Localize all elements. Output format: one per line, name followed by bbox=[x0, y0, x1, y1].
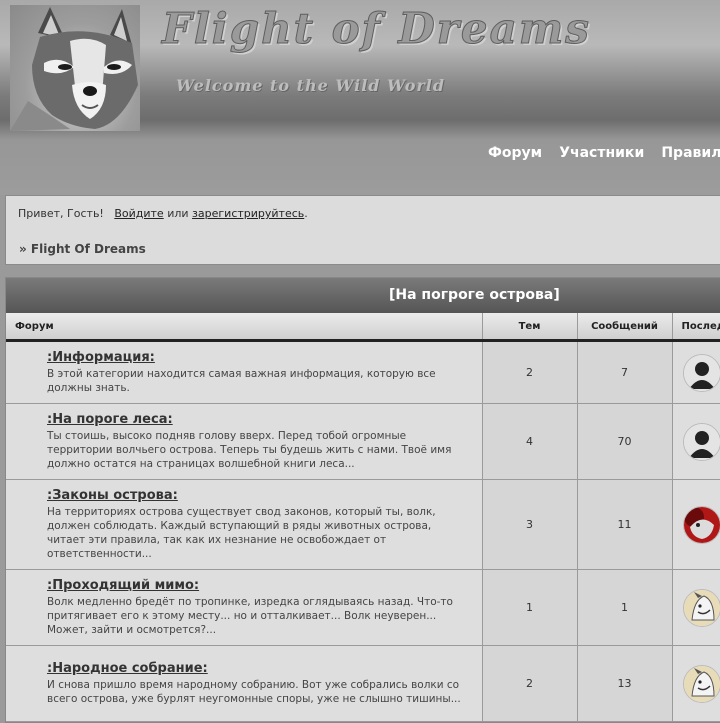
breadcrumb: » Flight Of Dreams bbox=[19, 242, 146, 256]
forum-cell: :Законы острова: На территориях острова … bbox=[6, 480, 482, 570]
forum-title-link[interactable]: :Проходящий мимо: bbox=[47, 578, 470, 593]
posts-count: 7 bbox=[577, 341, 672, 404]
forum-category: [На погроге острова] Форум Тем Сообщений… bbox=[5, 277, 720, 723]
topics-count: 4 bbox=[482, 404, 577, 480]
topics-count: 2 bbox=[482, 646, 577, 722]
posts-count: 1 bbox=[577, 570, 672, 646]
login-link[interactable]: Войдите bbox=[114, 207, 163, 220]
last-post-cell bbox=[672, 480, 720, 570]
table-row: :На пороге леса: Ты стоишь, высоко подня… bbox=[6, 404, 720, 480]
forum-cell: :Информация: В этой категории находится … bbox=[6, 341, 482, 404]
site-title: Flight of Dreams bbox=[162, 4, 591, 53]
forum-title-link[interactable]: :На пороге леса: bbox=[47, 412, 470, 427]
nav-members-link[interactable]: Участники bbox=[559, 145, 644, 161]
nav-forum-link[interactable]: Форум bbox=[488, 145, 542, 161]
forum-description: И снова пришло время народному собранию.… bbox=[47, 678, 470, 706]
forum-title-link[interactable]: :Законы острова: bbox=[47, 488, 470, 503]
forum-cell: :Народное собрание: И снова пришло время… bbox=[6, 646, 482, 722]
nav-rules-link[interactable]: Правила bbox=[661, 145, 720, 161]
or-text: или bbox=[167, 207, 188, 220]
red-wolf-icon[interactable] bbox=[683, 506, 720, 544]
column-header-posts: Сообщений bbox=[577, 313, 672, 341]
silhouette-icon[interactable] bbox=[683, 354, 720, 392]
category-title: [На погроге острова] bbox=[6, 278, 720, 313]
table-row: :Народное собрание: И снова пришло время… bbox=[6, 646, 720, 722]
topics-count: 2 bbox=[482, 341, 577, 404]
greeting-period: . bbox=[304, 207, 308, 220]
forum-table: Форум Тем Сообщений Последнее сообщение … bbox=[6, 313, 720, 722]
site-slogan: Welcome to the Wild World bbox=[176, 76, 445, 95]
last-post-cell bbox=[672, 570, 720, 646]
forum-description: Ты стоишь, высоко подняв голову вверх. П… bbox=[47, 429, 470, 471]
topics-count: 1 bbox=[482, 570, 577, 646]
forum-description: Волк медленно бредёт по тропинке, изредк… bbox=[47, 595, 470, 637]
greeting-text: Привет, Гость! bbox=[18, 207, 104, 220]
register-link[interactable]: зарегистрируйтесь bbox=[192, 207, 304, 220]
posts-count: 13 bbox=[577, 646, 672, 722]
posts-count: 11 bbox=[577, 480, 672, 570]
posts-count: 70 bbox=[577, 404, 672, 480]
last-post-cell bbox=[672, 646, 720, 722]
table-row: :Законы острова: На территориях острова … bbox=[6, 480, 720, 570]
top-navigation: Форум Участники Правила bbox=[488, 142, 720, 161]
white-wolf-icon[interactable] bbox=[683, 589, 720, 627]
column-header-topics: Тем bbox=[482, 313, 577, 341]
site-header: Flight of Dreams Welcome to the Wild Wor… bbox=[0, 0, 720, 195]
info-bar: Привет, Гость! Войдите или зарегистрируй… bbox=[5, 195, 720, 265]
table-row: :Проходящий мимо: Волк медленно бредёт п… bbox=[6, 570, 720, 646]
white-wolf-icon[interactable] bbox=[683, 665, 720, 703]
column-header-last-post: Последнее сообщение bbox=[672, 313, 720, 341]
wolf-logo-image bbox=[10, 5, 140, 131]
forum-title-link[interactable]: :Информация: bbox=[47, 350, 470, 365]
table-row: :Информация: В этой категории находится … bbox=[6, 341, 720, 404]
forum-description: В этой категории находится самая важная … bbox=[47, 367, 470, 395]
column-header-forum: Форум bbox=[6, 313, 482, 341]
table-header-row: Форум Тем Сообщений Последнее сообщение bbox=[6, 313, 720, 341]
guest-greeting: Привет, Гость! Войдите или зарегистрируй… bbox=[18, 207, 308, 220]
silhouette-icon[interactable] bbox=[683, 423, 720, 461]
topics-count: 3 bbox=[482, 480, 577, 570]
forum-description: На территориях острова существует свод з… bbox=[47, 505, 470, 561]
last-post-cell bbox=[672, 341, 720, 404]
forum-cell: :Проходящий мимо: Волк медленно бредёт п… bbox=[6, 570, 482, 646]
forum-cell: :На пороге леса: Ты стоишь, высоко подня… bbox=[6, 404, 482, 480]
last-post-cell bbox=[672, 404, 720, 480]
forum-title-link[interactable]: :Народное собрание: bbox=[47, 661, 470, 676]
